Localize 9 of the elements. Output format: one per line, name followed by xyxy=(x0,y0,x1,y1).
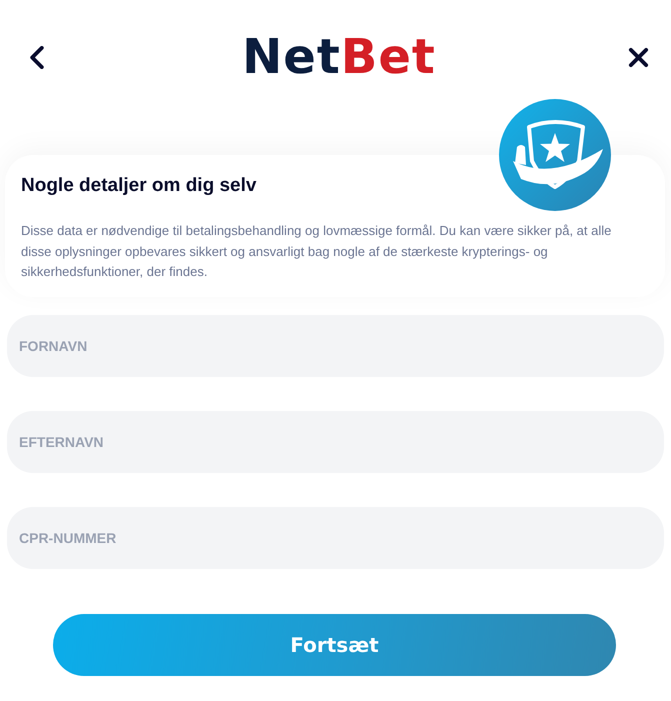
input-field[interactable]: EFTERNAVN xyxy=(7,410,664,472)
input-field[interactable]: CPR-NUMMER xyxy=(7,506,664,568)
logo: NetBet xyxy=(242,36,436,78)
close-icon[interactable] xyxy=(628,46,649,68)
card-description: Disse data er nødvendige til betalingsbehandling og lovmæssige formål. Du kan være sikker på, at alle disse oplysninger opbevares sikkert og ansvarligt bag nogle af de stærkeste krypterings- og sikkerhedsfunktioner, der findes. xyxy=(21,222,612,281)
card-title: Nogle detaljer om dig selv xyxy=(21,174,256,198)
input-field[interactable]: FORNAVN xyxy=(7,314,664,376)
chevron-left-icon[interactable] xyxy=(29,46,45,68)
continue-button[interactable]: Fortsæt xyxy=(53,614,616,676)
